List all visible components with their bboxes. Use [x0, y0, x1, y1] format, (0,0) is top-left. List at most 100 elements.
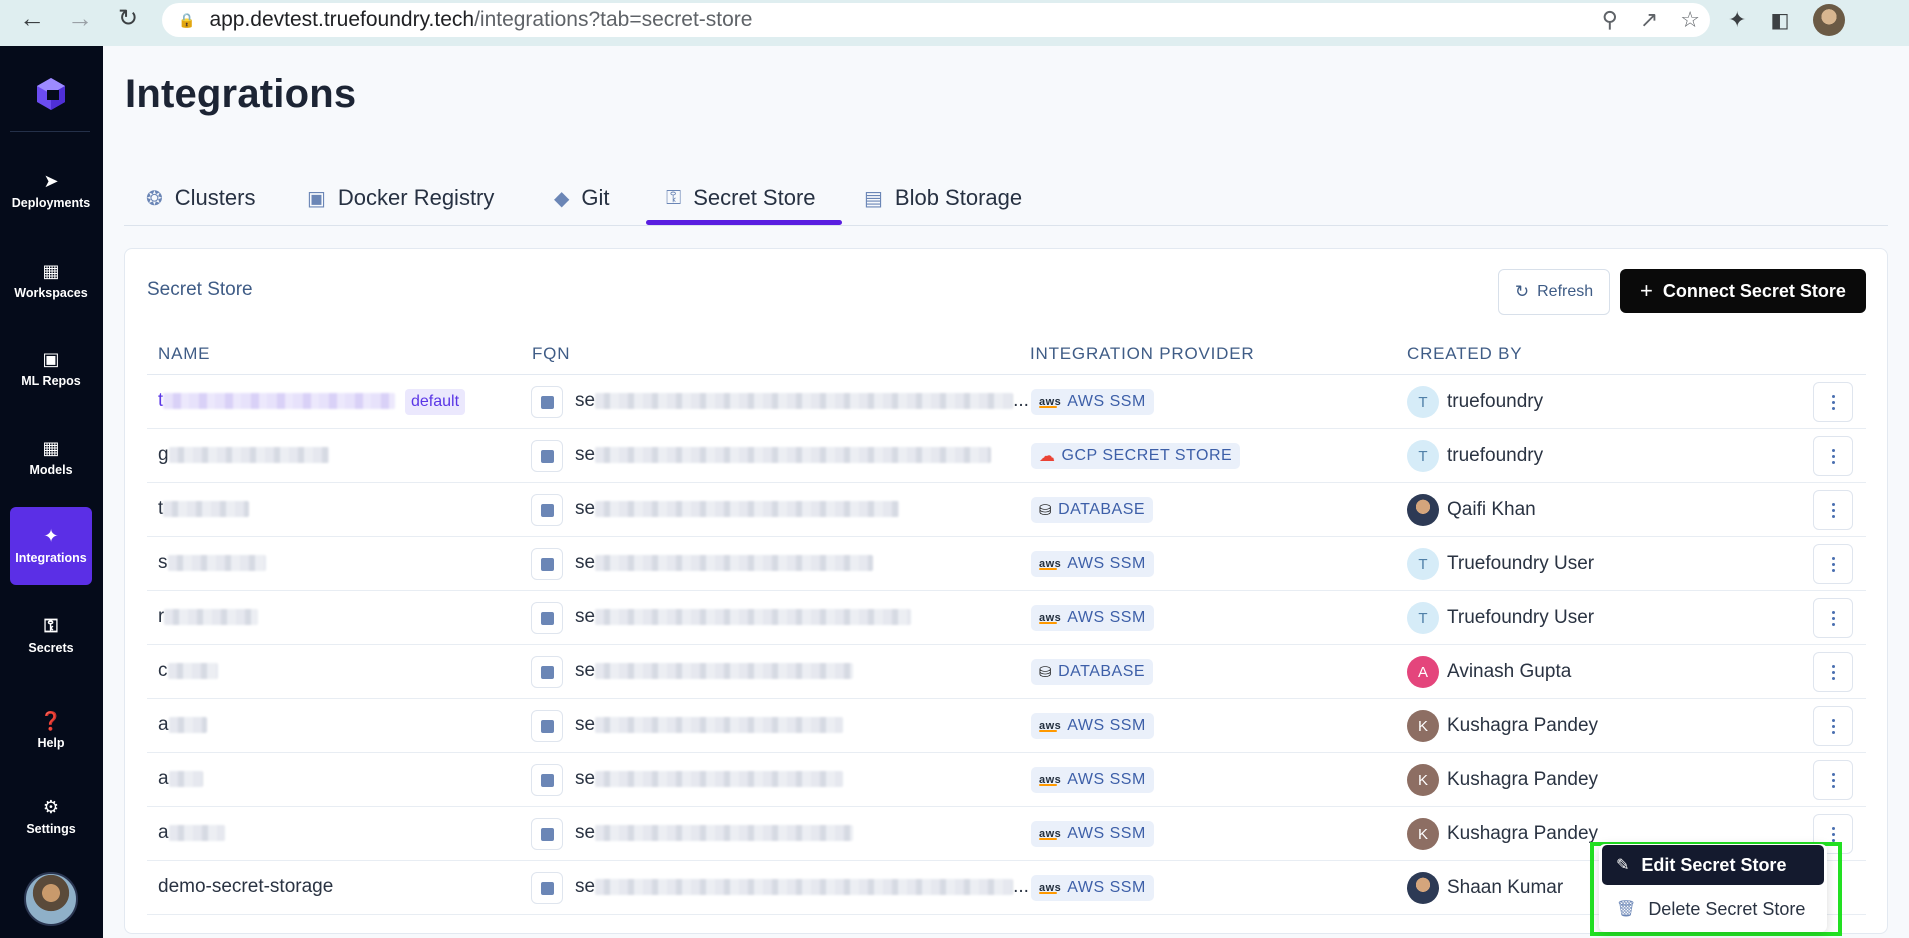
sidebar-item-integrations[interactable]: ✦ Integrations	[10, 507, 92, 585]
refresh-button[interactable]: ↻ Refresh	[1498, 269, 1610, 315]
table-row[interactable]: a se aws AWS SSM K Kushagra Pandey	[147, 753, 1866, 807]
row-actions-button[interactable]	[1813, 544, 1853, 584]
sidebar-item-label: Integrations	[15, 551, 87, 565]
fqn-cell: se	[575, 660, 854, 682]
tab-secret-store[interactable]: ⚿ Secret Store	[666, 176, 816, 220]
share-icon[interactable]: ↗	[1640, 7, 1658, 33]
provider-label: DATABASE	[1058, 501, 1146, 518]
extensions-icon[interactable]: ✦	[1728, 7, 1746, 33]
tab-label: Git	[581, 185, 610, 210]
truefoundry-logo[interactable]	[33, 76, 69, 112]
name-cell: g	[158, 444, 329, 466]
row-actions-button[interactable]	[1813, 652, 1853, 692]
table-row[interactable]: t se ⛁ DATABASE Qaifi Khan	[147, 483, 1866, 537]
creator-name: truefoundry	[1447, 445, 1544, 466]
redacted-text	[595, 770, 844, 787]
copy-fqn-button[interactable]	[531, 440, 563, 472]
row-actions-button[interactable]	[1813, 436, 1853, 476]
table-row[interactable]: a se aws AWS SSM K Kushagra Pandey	[147, 699, 1866, 753]
fqn-suffix: ...	[1013, 390, 1029, 411]
table-row[interactable]: r se aws AWS SSM T Truefoundry User	[147, 591, 1866, 645]
copy-fqn-button[interactable]	[531, 710, 563, 742]
table-row[interactable]: c se ⛁ DATABASE A Avinash Gupta	[147, 645, 1866, 699]
table-row[interactable]: g se ☁ GCP SECRET STORE T truefoundry	[147, 429, 1866, 483]
copy-fqn-button[interactable]	[531, 872, 563, 904]
plus-icon: +	[1640, 278, 1653, 303]
avatar: K	[1407, 764, 1439, 796]
table-row[interactable]: t default se... aws AWS SSM T truefoundr…	[147, 375, 1866, 429]
table-row[interactable]: s se aws AWS SSM T Truefoundry User	[147, 537, 1866, 591]
copy-icon	[540, 557, 554, 571]
sidebar-item-deployments[interactable]: ➤ Deployments	[10, 152, 92, 230]
storage-icon: ▤	[864, 187, 883, 210]
tab-docker-registry[interactable]: ▣ Docker Registry	[307, 176, 494, 220]
sidebar-item-ml-repos[interactable]: ▣ ML Repos	[10, 330, 92, 408]
created-by-cell: K Kushagra Pandey	[1407, 764, 1598, 796]
created-by-cell: K Kushagra Pandey	[1407, 710, 1598, 742]
connect-secret-store-button[interactable]: + Connect Secret Store	[1620, 269, 1866, 313]
avatar: T	[1407, 602, 1439, 634]
bookmark-star-icon[interactable]: ☆	[1680, 7, 1700, 33]
tab-clusters[interactable]: ❂ Clusters	[146, 176, 255, 220]
user-avatar[interactable]	[24, 872, 78, 926]
copy-fqn-button[interactable]	[531, 818, 563, 850]
redacted-text	[595, 554, 874, 571]
copy-fqn-button[interactable]	[531, 764, 563, 796]
copy-fqn-button[interactable]	[531, 602, 563, 634]
row-actions-button[interactable]	[1813, 760, 1853, 800]
git-icon: ◆	[554, 187, 570, 210]
fqn-suffix: ...	[1013, 876, 1029, 897]
creator-name: Kushagra Pandey	[1447, 715, 1599, 736]
redacted-text	[168, 716, 207, 733]
redacted-text	[164, 608, 259, 625]
column-header: CREATED BY	[1407, 344, 1523, 363]
zoom-icon[interactable]: ⚲	[1602, 7, 1618, 33]
menu-item-label: Delete Secret Store	[1648, 898, 1806, 919]
sidebar-item-secrets[interactable]: ⚿ Secrets	[10, 597, 92, 675]
row-actions-button[interactable]	[1813, 706, 1853, 746]
tab-blob-storage[interactable]: ▤ Blob Storage	[864, 176, 1022, 220]
copy-fqn-button[interactable]	[531, 656, 563, 688]
row-actions-button[interactable]	[1813, 382, 1853, 422]
integration-provider-badge: aws AWS SSM	[1031, 767, 1154, 793]
row-actions-button[interactable]	[1813, 598, 1853, 638]
edit-secret-store-item[interactable]: ✎ Edit Secret Store	[1602, 845, 1824, 885]
integration-provider-badge: ☁ GCP SECRET STORE	[1031, 443, 1241, 469]
back-icon[interactable]: ←	[12, 0, 52, 38]
sidebar-item-label: Models	[29, 463, 73, 477]
sidebar-item-workspaces[interactable]: ▦ Workspaces	[10, 242, 92, 320]
rocket-icon: ➤	[43, 171, 59, 191]
tab-label: Clusters	[174, 185, 256, 210]
row-actions-button[interactable]	[1813, 490, 1853, 530]
sidebar-item-settings[interactable]: ⚙ Settings	[10, 778, 92, 856]
address-bar[interactable]: 🔒 app.devtest.truefoundry.tech/integrati…	[162, 3, 1710, 37]
sidebar-item-help[interactable]: ❓ Help	[10, 692, 92, 770]
side-panel-icon[interactable]: ◧	[1770, 8, 1789, 33]
copy-fqn-button[interactable]	[531, 494, 563, 526]
copy-fqn-button[interactable]	[531, 386, 563, 418]
sidebar-item-label: Secrets	[28, 641, 74, 655]
redacted-text	[163, 392, 396, 409]
avatar	[1407, 494, 1439, 526]
sidebar-item-models[interactable]: ▦ Models	[10, 419, 92, 497]
default-badge: default	[405, 389, 466, 415]
integration-provider-badge: aws AWS SSM	[1031, 713, 1154, 739]
created-by-cell: Shaan Kumar	[1407, 872, 1563, 904]
connect-label: Connect Secret Store	[1662, 280, 1846, 301]
url-path: /integrations?tab=secret-store	[474, 8, 753, 31]
copy-icon	[540, 665, 554, 679]
copy-icon	[540, 719, 554, 733]
creator-name: Qaifi Khan	[1447, 499, 1536, 520]
reload-icon[interactable]: ↻	[108, 0, 148, 38]
secret-store-name: c	[158, 660, 168, 681]
copy-fqn-button[interactable]	[531, 548, 563, 580]
aws-icon: aws	[1039, 558, 1062, 570]
tab-git[interactable]: ◆ Git	[554, 176, 610, 220]
aws-icon: aws	[1039, 720, 1062, 732]
delete-secret-store-item[interactable]: 🗑 Delete Secret Store	[1602, 889, 1824, 929]
aws-icon: aws	[1039, 774, 1062, 786]
redacted-text	[168, 824, 225, 841]
browser-profile-avatar[interactable]	[1813, 4, 1846, 36]
forward-icon[interactable]: →	[60, 0, 100, 38]
fqn-cell: se	[575, 768, 844, 790]
